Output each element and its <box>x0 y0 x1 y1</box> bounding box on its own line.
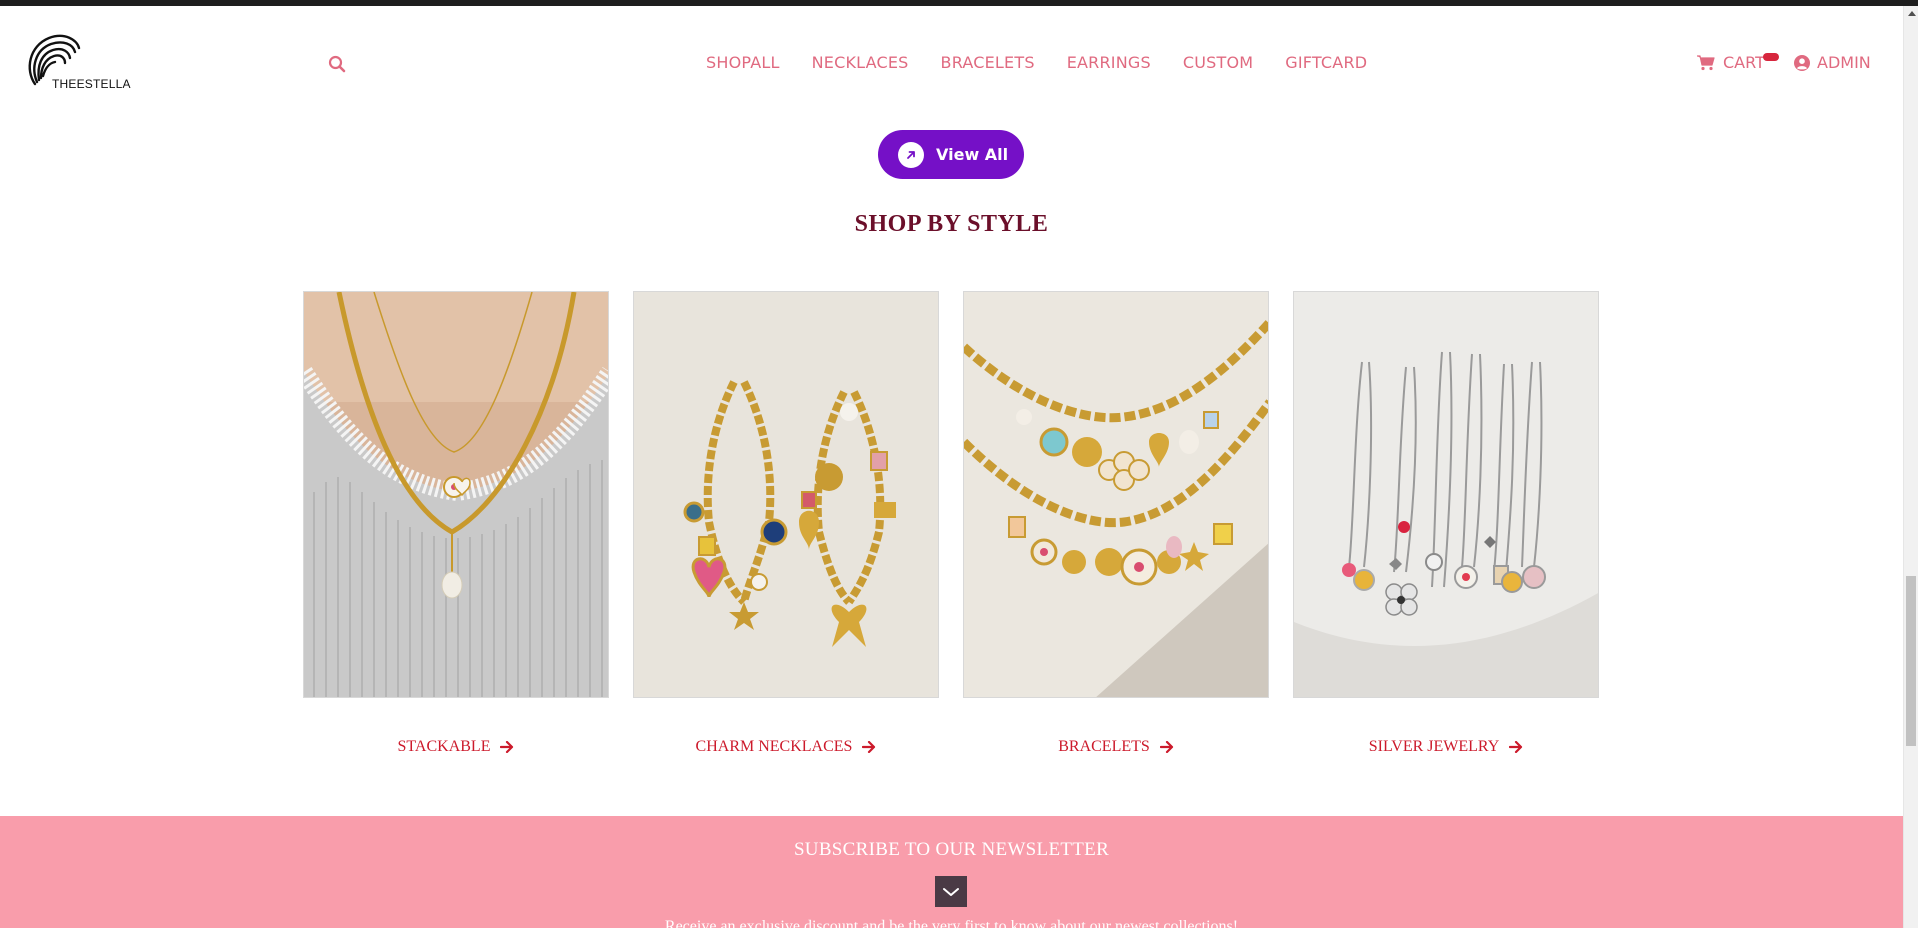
category-card-stackable[interactable] <box>303 291 609 698</box>
nav-item-earrings[interactable]: EARRINGS <box>1067 53 1151 72</box>
scrollbar-thumb[interactable] <box>1906 576 1916 746</box>
arrow-up-right-icon <box>898 141 924 168</box>
brand-name: THEESTELLA <box>52 77 131 91</box>
cart-label: CART <box>1723 53 1765 72</box>
arrow-right-icon <box>500 741 514 753</box>
necklace-on-model-photo <box>304 292 608 697</box>
newsletter-description: Receive an exclusive discount and be the… <box>664 918 1239 928</box>
arrow-right-icon <box>1509 741 1523 753</box>
brand-logo[interactable]: THEESTELLA <box>23 32 133 96</box>
gold-charm-chains-photo <box>634 292 938 697</box>
category-card-bracelets[interactable] <box>963 291 1269 698</box>
silver-charm-necklaces-photo <box>1294 292 1598 697</box>
category-link-silver-jewelry[interactable]: SILVER JEWELRY <box>1293 738 1599 756</box>
search-button[interactable] <box>328 55 348 75</box>
nav-item-shopall[interactable]: SHOPALL <box>706 53 780 72</box>
newsletter-title: SUBSCRIBE TO OUR NEWSLETTER <box>793 839 1110 860</box>
category-label: BRACELETS <box>1058 738 1150 755</box>
admin-link[interactable]: ADMIN <box>1794 53 1871 72</box>
cart-link[interactable]: CART <box>1697 53 1765 72</box>
cart-count-badge <box>1763 53 1779 61</box>
nav-item-necklaces[interactable]: NECKLACES <box>812 53 909 72</box>
newsletter-expand-button[interactable] <box>935 876 967 907</box>
nav-item-bracelets[interactable]: BRACELETS <box>941 53 1035 72</box>
newsletter-section: SUBSCRIBE TO OUR NEWSLETTER Receive an e… <box>0 816 1903 928</box>
admin-label: ADMIN <box>1817 53 1871 72</box>
category-label: SILVER JEWELRY <box>1368 738 1500 755</box>
gold-charm-bracelets-photo <box>964 292 1268 697</box>
scroll-up-arrow-icon[interactable] <box>1904 6 1918 20</box>
nav-item-custom[interactable]: CUSTOM <box>1183 53 1253 72</box>
category-label: CHARM NECKLACES <box>695 738 853 755</box>
nav-item-giftcard[interactable]: GIFTCARD <box>1285 53 1367 72</box>
main-nav: SHOPALL NECKLACES BRACELETS EARRINGS CUS… <box>706 53 1367 72</box>
category-link-stackable[interactable]: STACKABLE <box>303 738 609 756</box>
cart-icon <box>1697 54 1715 70</box>
category-link-bracelets[interactable]: BRACELETS <box>963 738 1269 756</box>
user-circle-icon <box>1794 54 1810 71</box>
category-card-charm-necklaces[interactable] <box>633 291 939 698</box>
view-all-label: View All <box>936 145 1009 164</box>
category-card-silver-jewelry[interactable] <box>1293 291 1599 698</box>
chevron-down-icon <box>943 887 959 896</box>
arrow-right-icon <box>1159 741 1173 753</box>
arrow-right-icon <box>862 741 876 753</box>
view-all-button[interactable]: View All <box>878 130 1024 179</box>
category-label: STACKABLE <box>397 738 491 755</box>
site-header: THEESTELLA SHOPALL NECKLACES BRACELETS E… <box>0 6 1903 120</box>
page-scrollbar[interactable] <box>1903 6 1918 928</box>
search-icon <box>328 55 346 73</box>
category-link-charm-necklaces[interactable]: CHARM NECKLACES <box>633 738 939 756</box>
section-title: SHOP BY STYLE <box>854 211 1049 237</box>
